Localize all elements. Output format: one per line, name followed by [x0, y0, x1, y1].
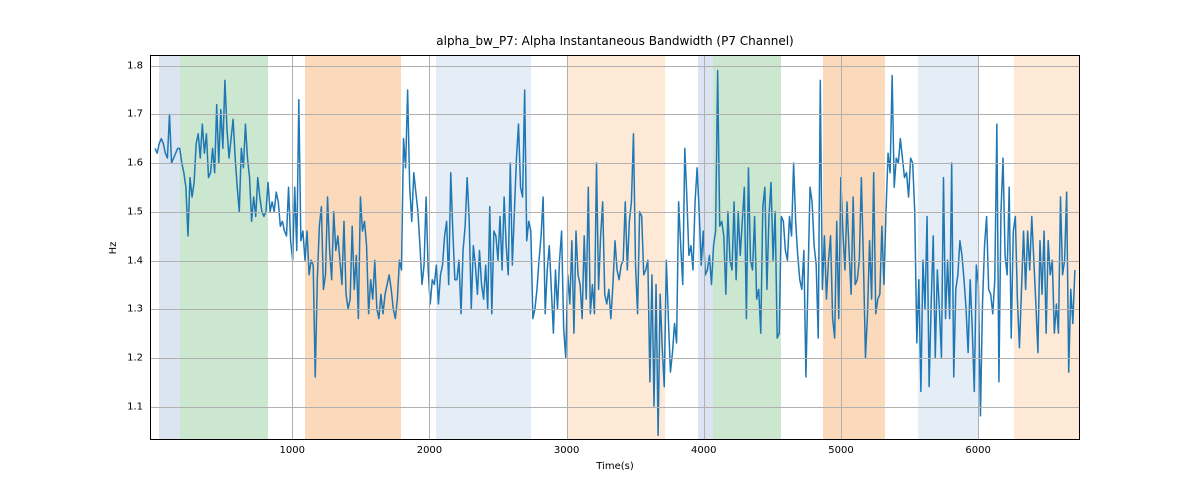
- y-tick-label: 1.4: [127, 255, 143, 266]
- figure: alpha_bw_P7: Alpha Instantaneous Bandwid…: [0, 0, 1200, 500]
- y-tick-label: 1.2: [127, 353, 143, 364]
- x-tick-label: 5000: [828, 445, 853, 456]
- axes: alpha_bw_P7: Alpha Instantaneous Bandwid…: [150, 55, 1080, 440]
- x-tick-label: 3000: [554, 445, 579, 456]
- grid-line-vertical: [429, 56, 430, 439]
- y-tick-label: 1.7: [127, 109, 143, 120]
- grid-line-horizontal: [151, 358, 1079, 359]
- grid-line-vertical: [292, 56, 293, 439]
- y-tick-label: 1.5: [127, 206, 143, 217]
- grid-line-vertical: [978, 56, 979, 439]
- grid-line-horizontal: [151, 261, 1079, 262]
- x-tick-label: 1000: [280, 445, 305, 456]
- chart-title: alpha_bw_P7: Alpha Instantaneous Bandwid…: [436, 34, 794, 48]
- grid-line-horizontal: [151, 163, 1079, 164]
- grid-line-horizontal: [151, 309, 1079, 310]
- y-tick-label: 1.6: [127, 158, 143, 169]
- grid-line-vertical: [704, 56, 705, 439]
- y-tick-label: 1.1: [127, 401, 143, 412]
- grid-line-vertical: [567, 56, 568, 439]
- grid-line-horizontal: [151, 407, 1079, 408]
- grid-line-horizontal: [151, 212, 1079, 213]
- y-tick-label: 1.8: [127, 60, 143, 71]
- grid-line-horizontal: [151, 114, 1079, 115]
- y-tick-label: 1.3: [127, 304, 143, 315]
- x-tick-label: 4000: [691, 445, 716, 456]
- x-tick-label: 2000: [417, 445, 442, 456]
- grid-line-horizontal: [151, 66, 1079, 67]
- x-axis-label: Time(s): [596, 461, 634, 472]
- x-tick-label: 6000: [965, 445, 990, 456]
- grid-line-vertical: [841, 56, 842, 439]
- y-axis-label: Hz: [108, 241, 119, 254]
